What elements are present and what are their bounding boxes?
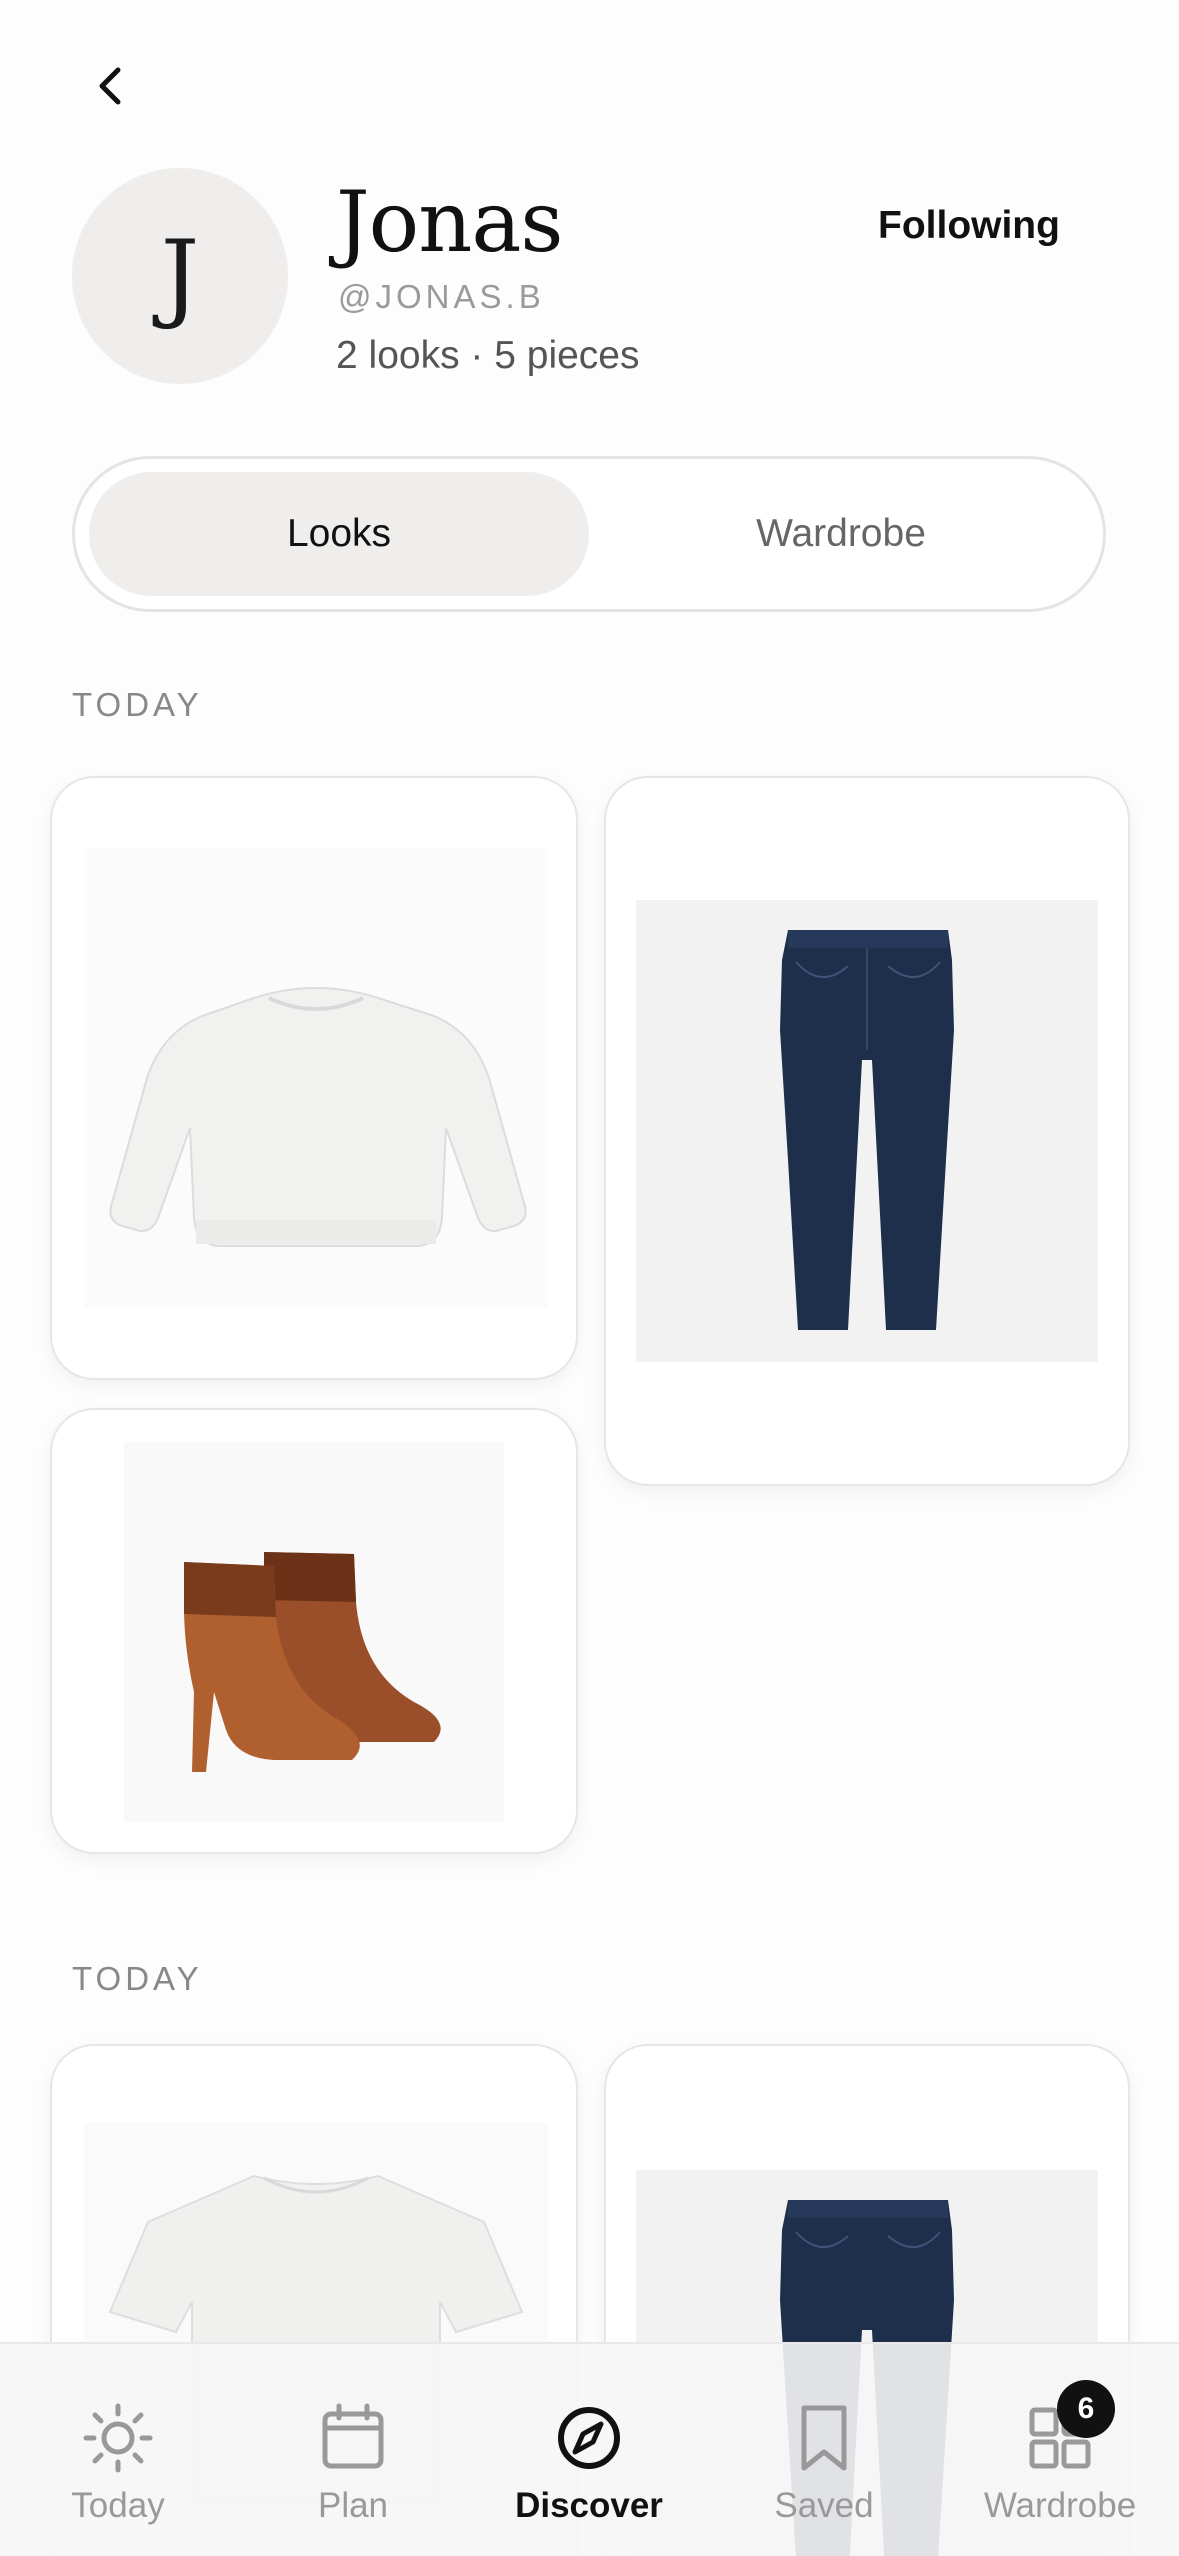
tab-wardrobe[interactable]: Wardrobe xyxy=(591,472,1091,596)
tabbar-item-discover[interactable]: Discover xyxy=(479,2344,699,2556)
compass-icon xyxy=(553,2402,625,2474)
wardrobe-count-badge: 6 xyxy=(1057,2380,1115,2438)
avatar-initial: J xyxy=(160,220,200,332)
tabbar-item-today[interactable]: Today xyxy=(8,2344,228,2556)
look-item-card[interactable] xyxy=(604,776,1130,1486)
tab-looks[interactable]: Looks xyxy=(89,472,589,596)
section-label: TODAY xyxy=(72,1960,203,1997)
calendar-icon xyxy=(317,2402,389,2474)
tabbar-label: Today xyxy=(71,2486,165,2525)
tabbar-item-wardrobe[interactable]: Wardrobe xyxy=(950,2344,1170,2556)
bottom-tab-bar: Today Plan Discover Saved Wardrobe xyxy=(0,2342,1179,2556)
look-item-card[interactable] xyxy=(50,1408,578,1854)
segmented-control: Looks Wardrobe xyxy=(72,456,1106,612)
tabbar-label: Discover xyxy=(515,2486,663,2525)
sun-icon xyxy=(82,2402,154,2474)
profile-handle: @JONAS.B xyxy=(338,278,545,315)
avatar: J xyxy=(72,168,288,384)
profile-counts: 2 looks · 5 pieces xyxy=(336,334,640,377)
section-label: TODAY xyxy=(72,686,203,723)
tabbar-label: Plan xyxy=(317,2486,389,2525)
following-button[interactable]: Following xyxy=(860,196,1078,256)
tabbar-item-saved[interactable]: Saved xyxy=(714,2344,934,2556)
jeans-image xyxy=(636,900,1098,1362)
tabbar-item-plan[interactable]: Plan xyxy=(243,2344,463,2556)
look-item-card[interactable] xyxy=(50,776,578,1380)
tabbar-label: Wardrobe xyxy=(983,2486,1137,2525)
back-button[interactable] xyxy=(82,58,138,114)
profile-name: Jonas xyxy=(336,173,564,271)
sweater-image xyxy=(84,848,548,1308)
chevron-left-icon xyxy=(99,67,121,105)
tabbar-label: Saved xyxy=(774,2486,874,2525)
boots-image xyxy=(124,1442,504,1822)
bookmark-icon xyxy=(788,2402,860,2474)
